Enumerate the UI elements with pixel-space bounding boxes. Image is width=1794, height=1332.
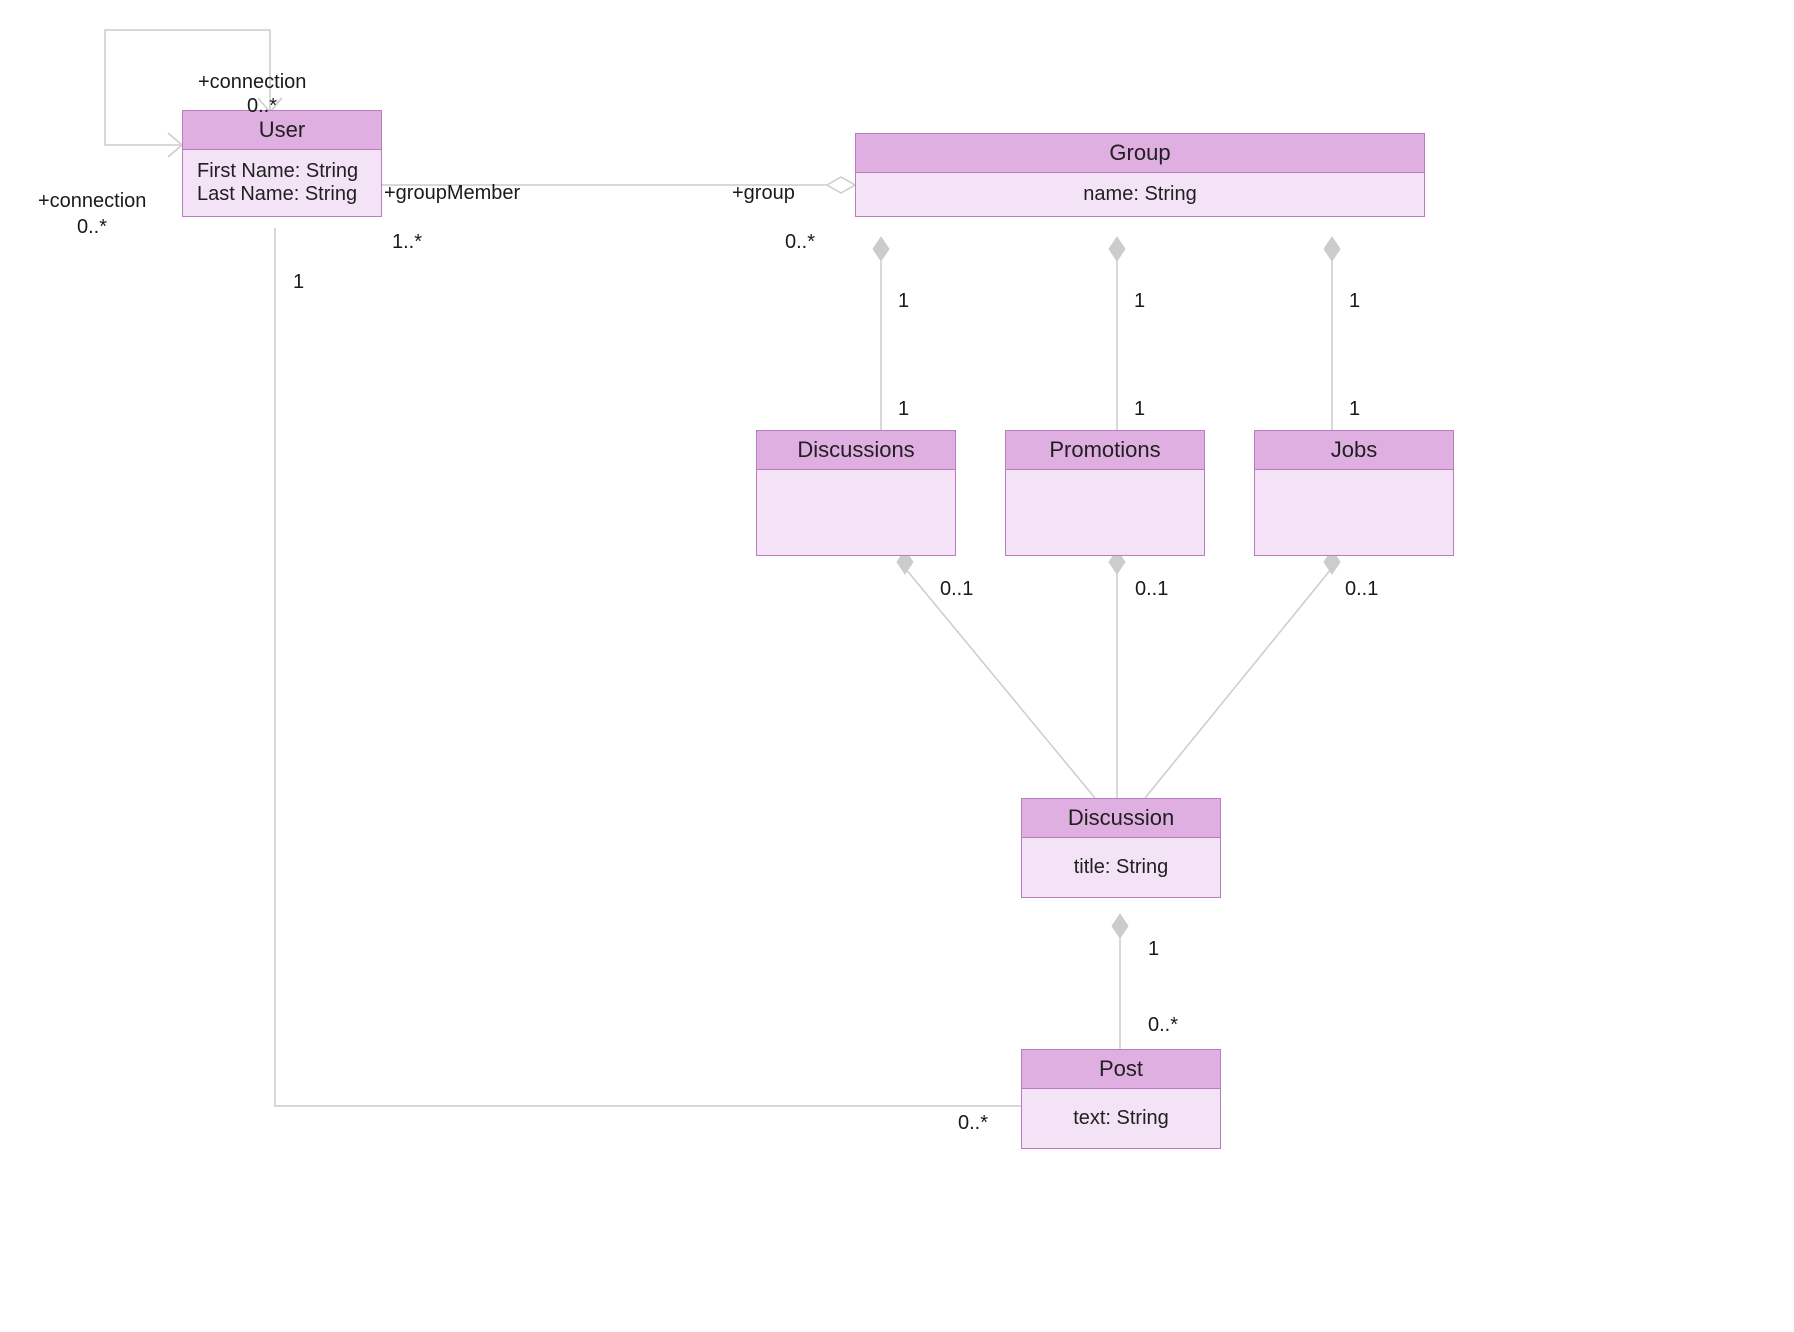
class-user-title: User: [183, 111, 381, 150]
class-discussion-body: title: String: [1022, 838, 1220, 897]
label-user-one: 1: [293, 271, 304, 294]
class-jobs[interactable]: Jobs: [1254, 430, 1454, 556]
label-grp-disc-one: 1: [898, 290, 909, 313]
attr-row: First Name: String: [197, 160, 367, 183]
class-promotions[interactable]: Promotions: [1005, 430, 1205, 556]
label-connection-left: +connection: [38, 190, 146, 213]
class-promotions-body: [1006, 470, 1204, 555]
attr-row: text: String: [1036, 1107, 1206, 1130]
label-discussion-one: 1: [1148, 938, 1159, 961]
label-connection-top-mult: 0..*: [247, 95, 277, 118]
attr-row: name: String: [870, 183, 1410, 206]
label-connection-top: +connection: [198, 71, 306, 94]
label-promo-bot-mult: 0..1: [1135, 578, 1168, 601]
class-promotions-title: Promotions: [1006, 431, 1204, 470]
label-post-left-mult: 0..*: [958, 1112, 988, 1135]
class-post-body: text: String: [1022, 1089, 1220, 1148]
class-post-title: Post: [1022, 1050, 1220, 1089]
attr-row: Last Name: String: [197, 183, 367, 206]
label-promo-top-one: 1: [1134, 398, 1145, 421]
class-jobs-body: [1255, 470, 1453, 555]
class-discussion-title: Discussion: [1022, 799, 1220, 838]
label-jobs-bot-mult: 0..1: [1345, 578, 1378, 601]
label-post-top-mult: 0..*: [1148, 1014, 1178, 1037]
label-grp-promo-one: 1: [1134, 290, 1145, 313]
class-jobs-title: Jobs: [1255, 431, 1453, 470]
label-groupmember-mult: 1..*: [392, 231, 422, 254]
class-group[interactable]: Group name: String: [855, 133, 1425, 217]
attr-row: title: String: [1036, 856, 1206, 879]
class-group-title: Group: [856, 134, 1424, 173]
label-group-role: +group: [732, 182, 795, 205]
class-discussions[interactable]: Discussions: [756, 430, 956, 556]
label-groupmember: +groupMember: [384, 182, 520, 205]
class-discussion[interactable]: Discussion title: String: [1021, 798, 1221, 898]
label-disc-top-one: 1: [898, 398, 909, 421]
class-group-body: name: String: [856, 173, 1424, 216]
label-group-mult: 0..*: [785, 231, 815, 254]
class-discussions-title: Discussions: [757, 431, 955, 470]
class-post[interactable]: Post text: String: [1021, 1049, 1221, 1149]
label-jobs-top-one: 1: [1349, 398, 1360, 421]
label-connection-left-mult: 0..*: [77, 216, 107, 239]
class-user[interactable]: User First Name: String Last Name: Strin…: [182, 110, 382, 217]
label-disc-bot-mult: 0..1: [940, 578, 973, 601]
class-user-body: First Name: String Last Name: String: [183, 150, 381, 216]
label-grp-jobs-one: 1: [1349, 290, 1360, 313]
class-discussions-body: [757, 470, 955, 555]
